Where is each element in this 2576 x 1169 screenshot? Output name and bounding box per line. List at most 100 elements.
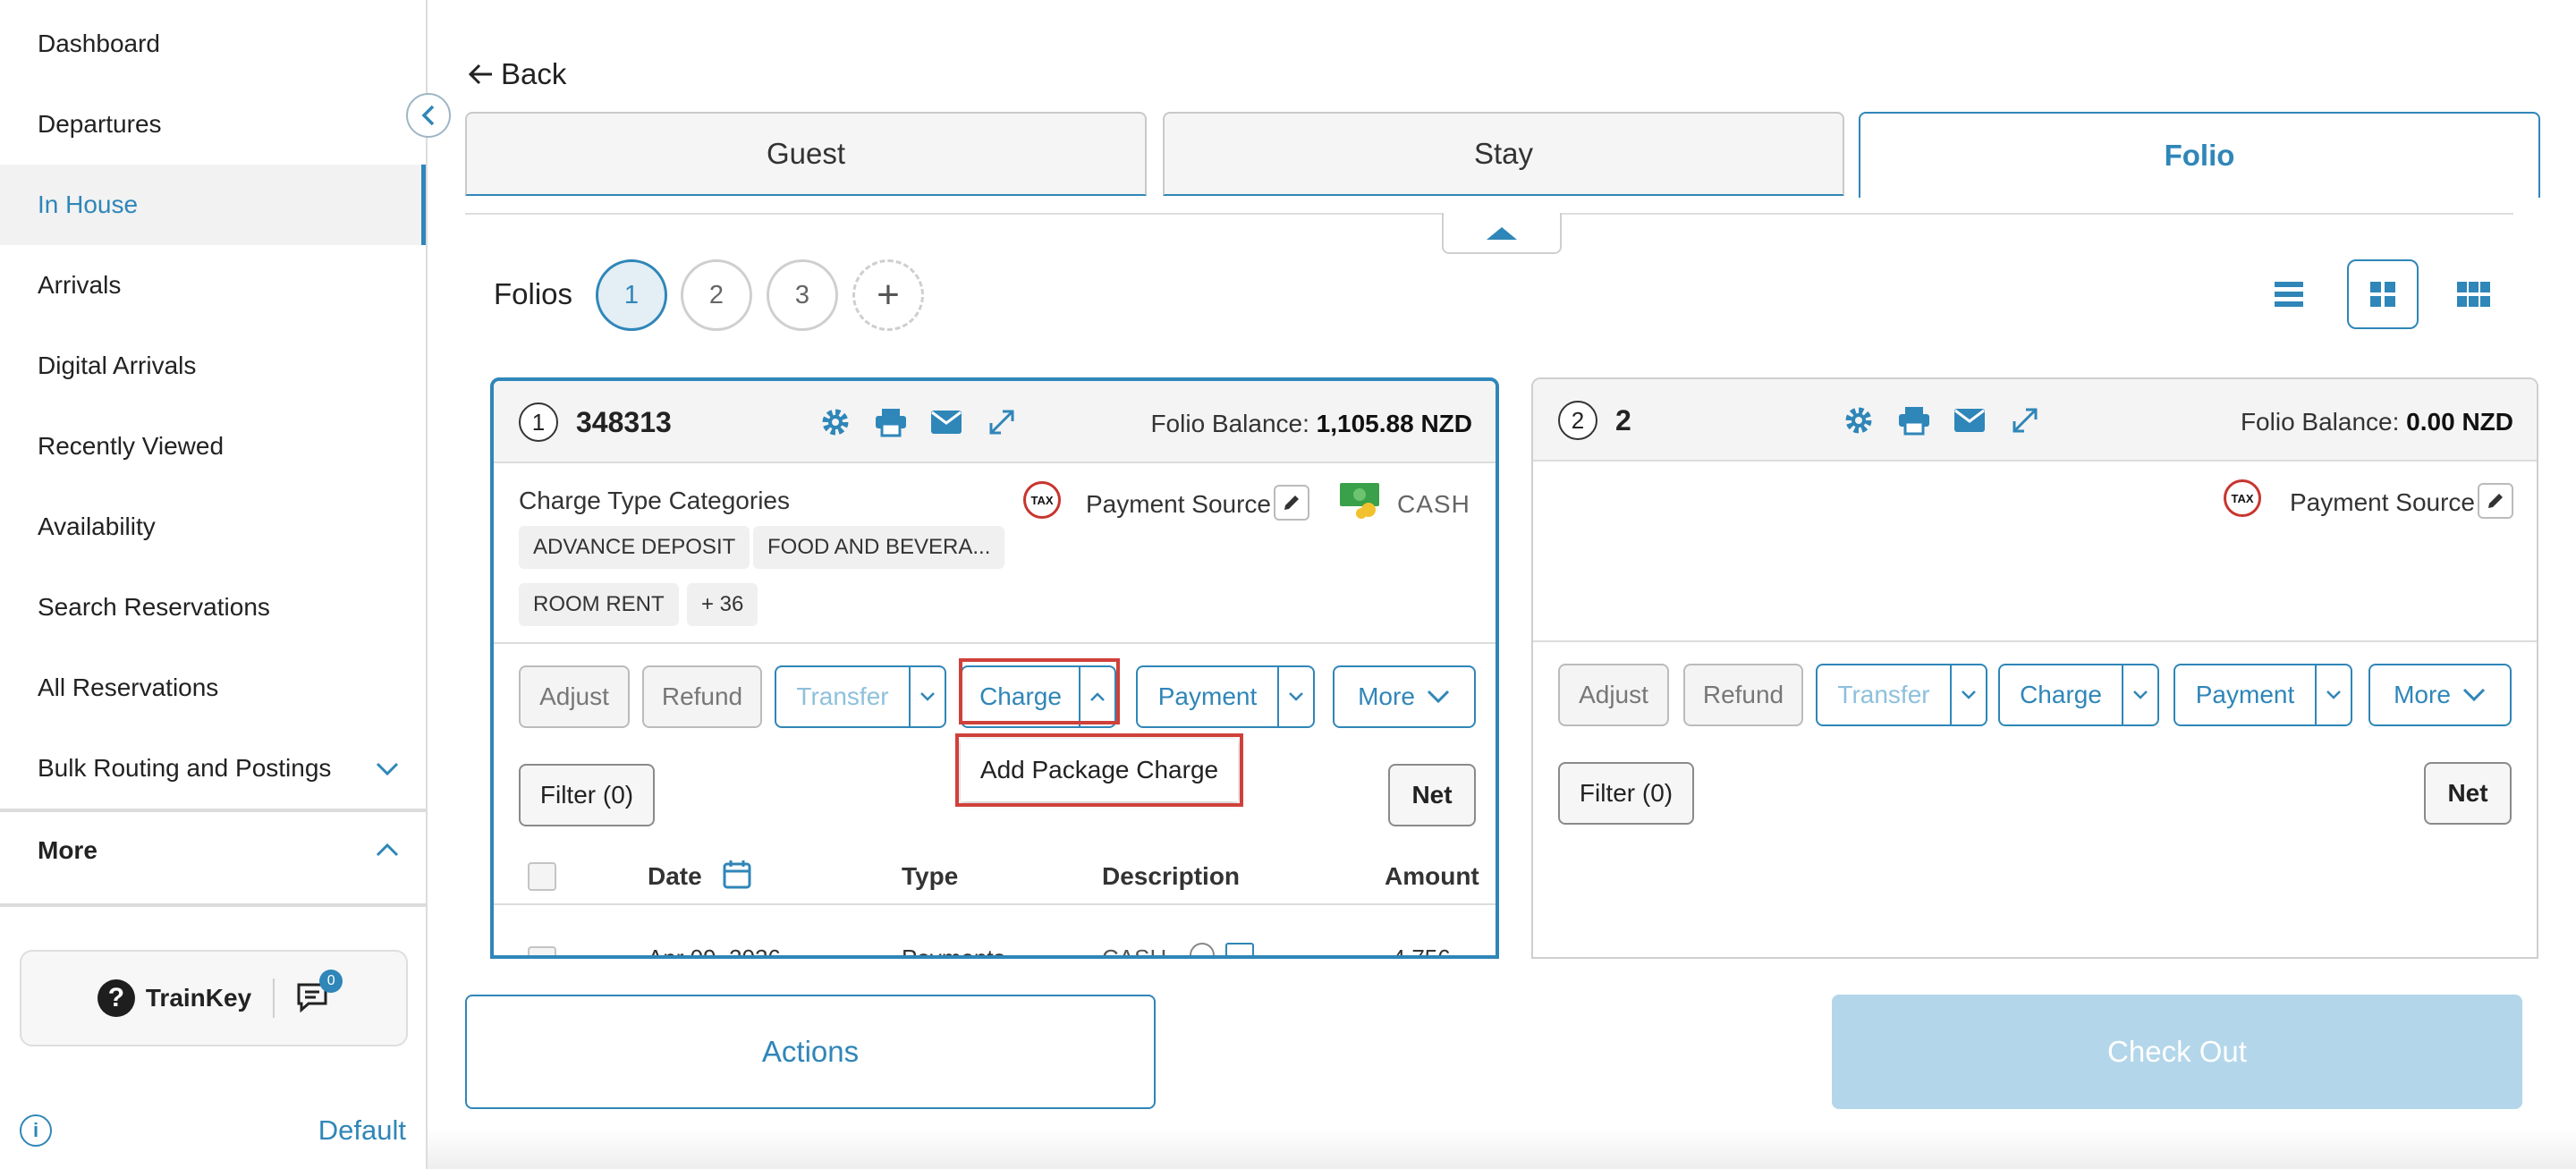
adjust-button[interactable]: Adjust xyxy=(519,665,630,728)
sidebar-item-in-house[interactable]: In House xyxy=(0,165,426,245)
edit-payment-source-button[interactable] xyxy=(2478,483,2513,519)
sidebar-item-dashboard[interactable]: Dashboard xyxy=(0,4,426,84)
print-icon[interactable] xyxy=(1896,402,1932,438)
chevron-down-icon xyxy=(376,762,399,776)
more-button[interactable]: More xyxy=(1333,665,1476,728)
default-link[interactable]: Default xyxy=(318,1114,406,1147)
sidebar-item-arrivals[interactable]: Arrivals xyxy=(0,245,426,326)
back-label: Back xyxy=(501,57,567,90)
actions-button[interactable]: Actions xyxy=(465,995,1156,1109)
trainkey-panel: ? TrainKey 0 xyxy=(20,950,408,1046)
transfer-button[interactable]: Transfer xyxy=(775,665,911,728)
refund-button[interactable]: Refund xyxy=(642,665,762,728)
calendar-icon[interactable] xyxy=(721,859,753,891)
transfer-dropdown-toggle[interactable] xyxy=(1950,664,1987,726)
tab-stay[interactable]: Stay xyxy=(1163,112,1844,196)
more-categories-chip[interactable]: + 36 xyxy=(687,583,758,626)
payment-button[interactable]: Payment xyxy=(1136,665,1279,728)
chevron-down-icon xyxy=(1289,692,1303,701)
transfer-dropdown-toggle[interactable] xyxy=(909,665,946,728)
sidebar-item-availability[interactable]: Availability xyxy=(0,487,426,567)
add-folio-button[interactable]: + xyxy=(852,259,924,331)
check-out-button[interactable]: Check Out xyxy=(1832,995,2522,1109)
sidebar-item-search-reservations[interactable]: Search Reservations xyxy=(0,567,426,648)
type-column-header[interactable]: Type xyxy=(902,862,958,891)
button-label: Net xyxy=(1411,781,1453,809)
gear-icon[interactable] xyxy=(1841,402,1877,438)
expand-icon[interactable] xyxy=(984,404,1020,440)
row-amount: -4,756 xyxy=(1385,945,1451,959)
mail-icon[interactable] xyxy=(1952,402,1987,438)
tab-label: Guest xyxy=(766,137,846,170)
transfer-button[interactable]: Transfer xyxy=(1816,664,1952,726)
chevron-down-icon xyxy=(920,692,935,701)
filter-button[interactable]: Filter (0) xyxy=(1558,762,1694,825)
payment-source-label: Payment Source xyxy=(2290,488,2475,516)
separator xyxy=(273,978,275,1018)
info-icon[interactable] xyxy=(1190,943,1215,955)
sidebar-item-bulk-routing[interactable]: Bulk Routing and Postings xyxy=(0,728,426,809)
tab-guest[interactable]: Guest xyxy=(465,112,1147,196)
sidebar-item-label: Dashboard xyxy=(38,30,160,57)
chat-button[interactable]: 0 xyxy=(296,970,343,1014)
note-icon[interactable] xyxy=(1225,943,1254,955)
mail-icon[interactable] xyxy=(928,404,964,440)
net-button[interactable]: Net xyxy=(1388,764,1476,826)
button-label: More xyxy=(1358,682,1415,710)
category-chip: FOOD AND BEVERA... xyxy=(753,526,1005,569)
filter-button[interactable]: Filter (0) xyxy=(519,764,655,826)
edit-payment-source-button[interactable] xyxy=(1274,485,1309,521)
collapse-header-button[interactable] xyxy=(1442,213,1562,254)
chevron-down-icon xyxy=(1962,690,1976,699)
print-icon[interactable] xyxy=(873,404,909,440)
folio-card-header: 2 2 Folio Balance: 0.00 NZD xyxy=(1533,379,2537,462)
select-all-checkbox[interactable] xyxy=(528,862,556,891)
gear-icon[interactable] xyxy=(818,404,853,440)
amount-column-header[interactable]: Amount xyxy=(1385,862,1479,891)
payment-button[interactable]: Payment xyxy=(2174,664,2317,726)
folio-2-button[interactable]: 2 xyxy=(681,259,752,331)
button-label: Filter (0) xyxy=(539,781,634,809)
adjust-button[interactable]: Adjust xyxy=(1558,664,1669,726)
payment-dropdown-toggle[interactable] xyxy=(1277,665,1315,728)
pencil-icon xyxy=(1284,496,1299,510)
more-button[interactable]: More xyxy=(2368,664,2512,726)
sidebar-item-all-reservations[interactable]: All Reservations xyxy=(0,648,426,728)
button-label: Payment xyxy=(2195,681,2295,708)
row-checkbox[interactable] xyxy=(528,946,556,955)
row-type: Payments xyxy=(902,945,1005,959)
sidebar-item-digital-arrivals[interactable]: Digital Arrivals xyxy=(0,326,426,406)
charge-button-highlight xyxy=(959,658,1120,724)
sidebar-item-more[interactable]: More xyxy=(0,810,426,891)
list-view-button[interactable] xyxy=(2253,259,2325,329)
tab-folio[interactable]: Folio xyxy=(1859,112,2540,198)
sidebar: Dashboard Departures In House Arrivals D… xyxy=(0,0,428,1169)
folio-header-icons xyxy=(818,404,1020,440)
collapse-sidebar-button[interactable] xyxy=(406,93,451,138)
button-label: Check Out xyxy=(2107,1035,2247,1068)
balance-value: 0.00 NZD xyxy=(2406,408,2513,436)
net-button[interactable]: Net xyxy=(2424,762,2512,825)
chevron-left-icon xyxy=(421,105,435,126)
back-link[interactable]: Back xyxy=(467,57,566,91)
tax-exempt-icon: TAX xyxy=(2224,479,2261,517)
charge-dropdown-toggle[interactable] xyxy=(2122,664,2159,726)
trainkey-link[interactable]: TrainKey xyxy=(146,984,251,1012)
folio-id: 2 xyxy=(1615,404,1631,436)
grid-3-view-button[interactable] xyxy=(2438,259,2510,329)
help-icon[interactable]: ? xyxy=(97,979,135,1017)
refund-button[interactable]: Refund xyxy=(1683,664,1803,726)
payment-dropdown-toggle[interactable] xyxy=(2315,664,2352,726)
chevron-down-icon xyxy=(1427,690,1449,704)
sidebar-item-departures[interactable]: Departures xyxy=(0,84,426,165)
sidebar-item-recently-viewed[interactable]: Recently Viewed xyxy=(0,406,426,487)
folio-3-button[interactable]: 3 xyxy=(767,259,838,331)
charge-button[interactable]: Charge xyxy=(1998,664,2123,726)
description-column-header[interactable]: Description xyxy=(1102,862,1240,891)
date-column-header[interactable]: Date xyxy=(648,862,702,891)
info-icon[interactable]: i xyxy=(20,1114,52,1147)
expand-icon[interactable] xyxy=(2007,402,2043,438)
folio-1-button[interactable]: 1 xyxy=(596,259,667,331)
sidebar-item-label: Digital Arrivals xyxy=(38,352,197,379)
grid-2-view-button[interactable] xyxy=(2347,259,2419,329)
